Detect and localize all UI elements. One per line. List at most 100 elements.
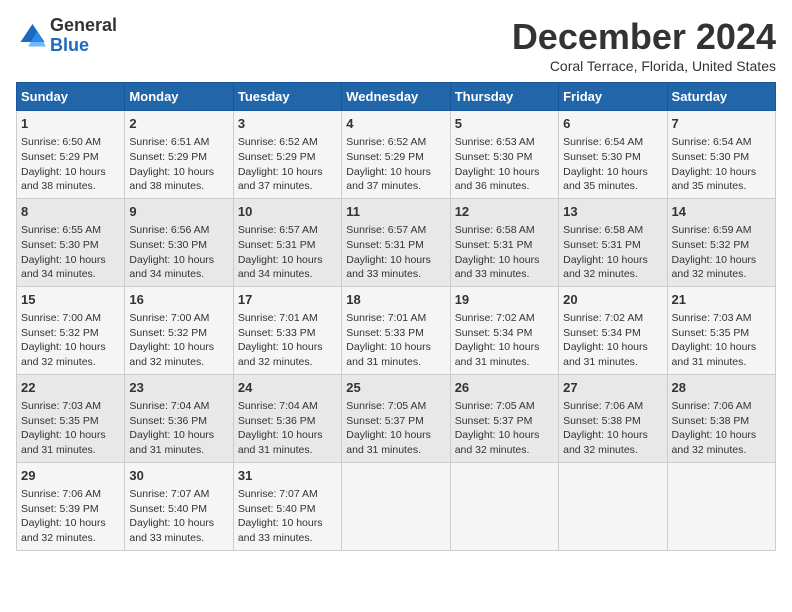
day-info: Sunrise: 7:06 AM Sunset: 5:38 PM Dayligh… [563, 399, 662, 458]
day-cell: 16Sunrise: 7:00 AM Sunset: 5:32 PM Dayli… [125, 286, 233, 374]
day-number: 16 [129, 291, 228, 309]
day-number: 3 [238, 115, 337, 133]
day-info: Sunrise: 6:58 AM Sunset: 5:31 PM Dayligh… [455, 223, 554, 282]
day-number: 9 [129, 203, 228, 221]
day-cell: 7 Sunrise: 6:54 AM Sunset: 5:30 PM Daylig… [667, 111, 775, 199]
day-info: Sunrise: 6:52 AM Sunset: 5:29 PM Dayligh… [346, 135, 445, 194]
day-cell: 23 Sunrise: 7:04 AM Sunset: 5:36 PM Dayli… [125, 374, 233, 462]
week-row-5: 29 Sunrise: 7:06 AM Sunset: 5:39 PM Dayli… [17, 462, 776, 550]
day-cell: 8 Sunrise: 6:55 AM Sunset: 5:30 PM Daylig… [17, 198, 125, 286]
logo-icon [16, 21, 46, 51]
day-info: Sunrise: 6:53 AM Sunset: 5:30 PM Dayligh… [455, 135, 554, 194]
logo-text: General Blue [50, 16, 117, 56]
day-cell: 31 Sunrise: 7:07 AM Sunset: 5:40 PM Dayli… [233, 462, 341, 550]
day-cell: 20 Sunrise: 7:02 AM Sunset: 5:34 PM Dayli… [559, 286, 667, 374]
day-number: 21 [672, 291, 771, 309]
day-cell: 18Sunrise: 7:01 AM Sunset: 5:33 PM Dayli… [342, 286, 450, 374]
day-cell [559, 462, 667, 550]
calendar-table: Sunday Monday Tuesday Wednesday Thursday… [16, 82, 776, 551]
day-info: Sunrise: 7:06 AM Sunset: 5:38 PM Dayligh… [672, 399, 771, 458]
day-info: Sunrise: 6:56 AM Sunset: 5:30 PM Dayligh… [129, 223, 228, 282]
day-number: 12 [455, 203, 554, 221]
logo-blue: Blue [50, 36, 117, 56]
day-number: 27 [563, 379, 662, 397]
day-info: Sunrise: 6:59 AM Sunset: 5:32 PM Dayligh… [672, 223, 771, 282]
col-friday: Friday [559, 83, 667, 111]
day-cell: 1Sunrise: 6:50 AM Sunset: 5:29 PM Daylig… [17, 111, 125, 199]
day-cell: 13Sunrise: 6:58 AM Sunset: 5:31 PM Dayli… [559, 198, 667, 286]
day-number: 24 [238, 379, 337, 397]
header-row: Sunday Monday Tuesday Wednesday Thursday… [17, 83, 776, 111]
day-number: 26 [455, 379, 554, 397]
day-cell: 29 Sunrise: 7:06 AM Sunset: 5:39 PM Dayli… [17, 462, 125, 550]
day-number: 5 [455, 115, 554, 133]
day-number: 23 [129, 379, 228, 397]
day-info: Sunrise: 7:02 AM Sunset: 5:34 PM Dayligh… [455, 311, 554, 370]
day-number: 11 [346, 203, 445, 221]
day-cell: 4 Sunrise: 6:52 AM Sunset: 5:29 PM Daylig… [342, 111, 450, 199]
day-number: 4 [346, 115, 445, 133]
day-info: Sunrise: 6:54 AM Sunset: 5:30 PM Dayligh… [672, 135, 771, 194]
col-wednesday: Wednesday [342, 83, 450, 111]
col-sunday: Sunday [17, 83, 125, 111]
day-info: Sunrise: 7:03 AM Sunset: 5:35 PM Dayligh… [21, 399, 120, 458]
col-tuesday: Tuesday [233, 83, 341, 111]
day-cell: 12 Sunrise: 6:58 AM Sunset: 5:31 PM Dayli… [450, 198, 558, 286]
day-number: 17 [238, 291, 337, 309]
day-cell: 3 Sunrise: 6:52 AM Sunset: 5:29 PM Daylig… [233, 111, 341, 199]
day-info: Sunrise: 6:57 AM Sunset: 5:31 PM Dayligh… [238, 223, 337, 282]
week-row-3: 15 Sunrise: 7:00 AM Sunset: 5:32 PM Dayli… [17, 286, 776, 374]
day-number: 20 [563, 291, 662, 309]
day-info: Sunrise: 6:52 AM Sunset: 5:29 PM Dayligh… [238, 135, 337, 194]
day-cell: 17 Sunrise: 7:01 AM Sunset: 5:33 PM Dayli… [233, 286, 341, 374]
day-cell: 22 Sunrise: 7:03 AM Sunset: 5:35 PM Dayli… [17, 374, 125, 462]
day-info: Sunrise: 6:55 AM Sunset: 5:30 PM Dayligh… [21, 223, 120, 282]
day-number: 31 [238, 467, 337, 485]
day-info: Sunrise: 7:04 AM Sunset: 5:36 PM Dayligh… [129, 399, 228, 458]
day-cell: 21 Sunrise: 7:03 AM Sunset: 5:35 PM Dayli… [667, 286, 775, 374]
logo-general: General [50, 16, 117, 36]
day-info: Sunrise: 6:50 AM Sunset: 5:29 PM Dayligh… [21, 135, 120, 194]
day-info: Sunrise: 6:51 AM Sunset: 5:29 PM Dayligh… [129, 135, 228, 194]
week-row-4: 22 Sunrise: 7:03 AM Sunset: 5:35 PM Dayli… [17, 374, 776, 462]
day-number: 22 [21, 379, 120, 397]
day-number: 8 [21, 203, 120, 221]
day-number: 25 [346, 379, 445, 397]
calendar-header: Sunday Monday Tuesday Wednesday Thursday… [17, 83, 776, 111]
calendar-body: 1Sunrise: 6:50 AM Sunset: 5:29 PM Daylig… [17, 111, 776, 551]
day-info: Sunrise: 7:07 AM Sunset: 5:40 PM Dayligh… [129, 487, 228, 546]
day-cell: 19 Sunrise: 7:02 AM Sunset: 5:34 PM Dayli… [450, 286, 558, 374]
day-cell: 5 Sunrise: 6:53 AM Sunset: 5:30 PM Daylig… [450, 111, 558, 199]
day-cell [667, 462, 775, 550]
day-number: 6 [563, 115, 662, 133]
day-number: 14 [672, 203, 771, 221]
week-row-1: 1Sunrise: 6:50 AM Sunset: 5:29 PM Daylig… [17, 111, 776, 199]
day-number: 2 [129, 115, 228, 133]
day-info: Sunrise: 7:00 AM Sunset: 5:32 PM Dayligh… [21, 311, 120, 370]
day-cell: 24Sunrise: 7:04 AM Sunset: 5:36 PM Dayli… [233, 374, 341, 462]
day-info: Sunrise: 7:01 AM Sunset: 5:33 PM Dayligh… [238, 311, 337, 370]
col-monday: Monday [125, 83, 233, 111]
day-info: Sunrise: 7:03 AM Sunset: 5:35 PM Dayligh… [672, 311, 771, 370]
day-cell: 10Sunrise: 6:57 AM Sunset: 5:31 PM Dayli… [233, 198, 341, 286]
day-cell: 11 Sunrise: 6:57 AM Sunset: 5:31 PM Dayli… [342, 198, 450, 286]
day-cell: 6 Sunrise: 6:54 AM Sunset: 5:30 PM Daylig… [559, 111, 667, 199]
day-info: Sunrise: 7:05 AM Sunset: 5:37 PM Dayligh… [455, 399, 554, 458]
day-info: Sunrise: 7:01 AM Sunset: 5:33 PM Dayligh… [346, 311, 445, 370]
day-info: Sunrise: 7:07 AM Sunset: 5:40 PM Dayligh… [238, 487, 337, 546]
day-number: 19 [455, 291, 554, 309]
day-number: 29 [21, 467, 120, 485]
day-cell: 28 Sunrise: 7:06 AM Sunset: 5:38 PM Dayli… [667, 374, 775, 462]
day-info: Sunrise: 7:02 AM Sunset: 5:34 PM Dayligh… [563, 311, 662, 370]
day-number: 15 [21, 291, 120, 309]
day-number: 28 [672, 379, 771, 397]
calendar-subtitle: Coral Terrace, Florida, United States [512, 58, 776, 74]
day-info: Sunrise: 7:06 AM Sunset: 5:39 PM Dayligh… [21, 487, 120, 546]
col-thursday: Thursday [450, 83, 558, 111]
day-info: Sunrise: 6:57 AM Sunset: 5:31 PM Dayligh… [346, 223, 445, 282]
day-cell: 25Sunrise: 7:05 AM Sunset: 5:37 PM Dayli… [342, 374, 450, 462]
day-number: 7 [672, 115, 771, 133]
day-info: Sunrise: 6:54 AM Sunset: 5:30 PM Dayligh… [563, 135, 662, 194]
day-cell [450, 462, 558, 550]
day-cell: 2 Sunrise: 6:51 AM Sunset: 5:29 PM Daylig… [125, 111, 233, 199]
